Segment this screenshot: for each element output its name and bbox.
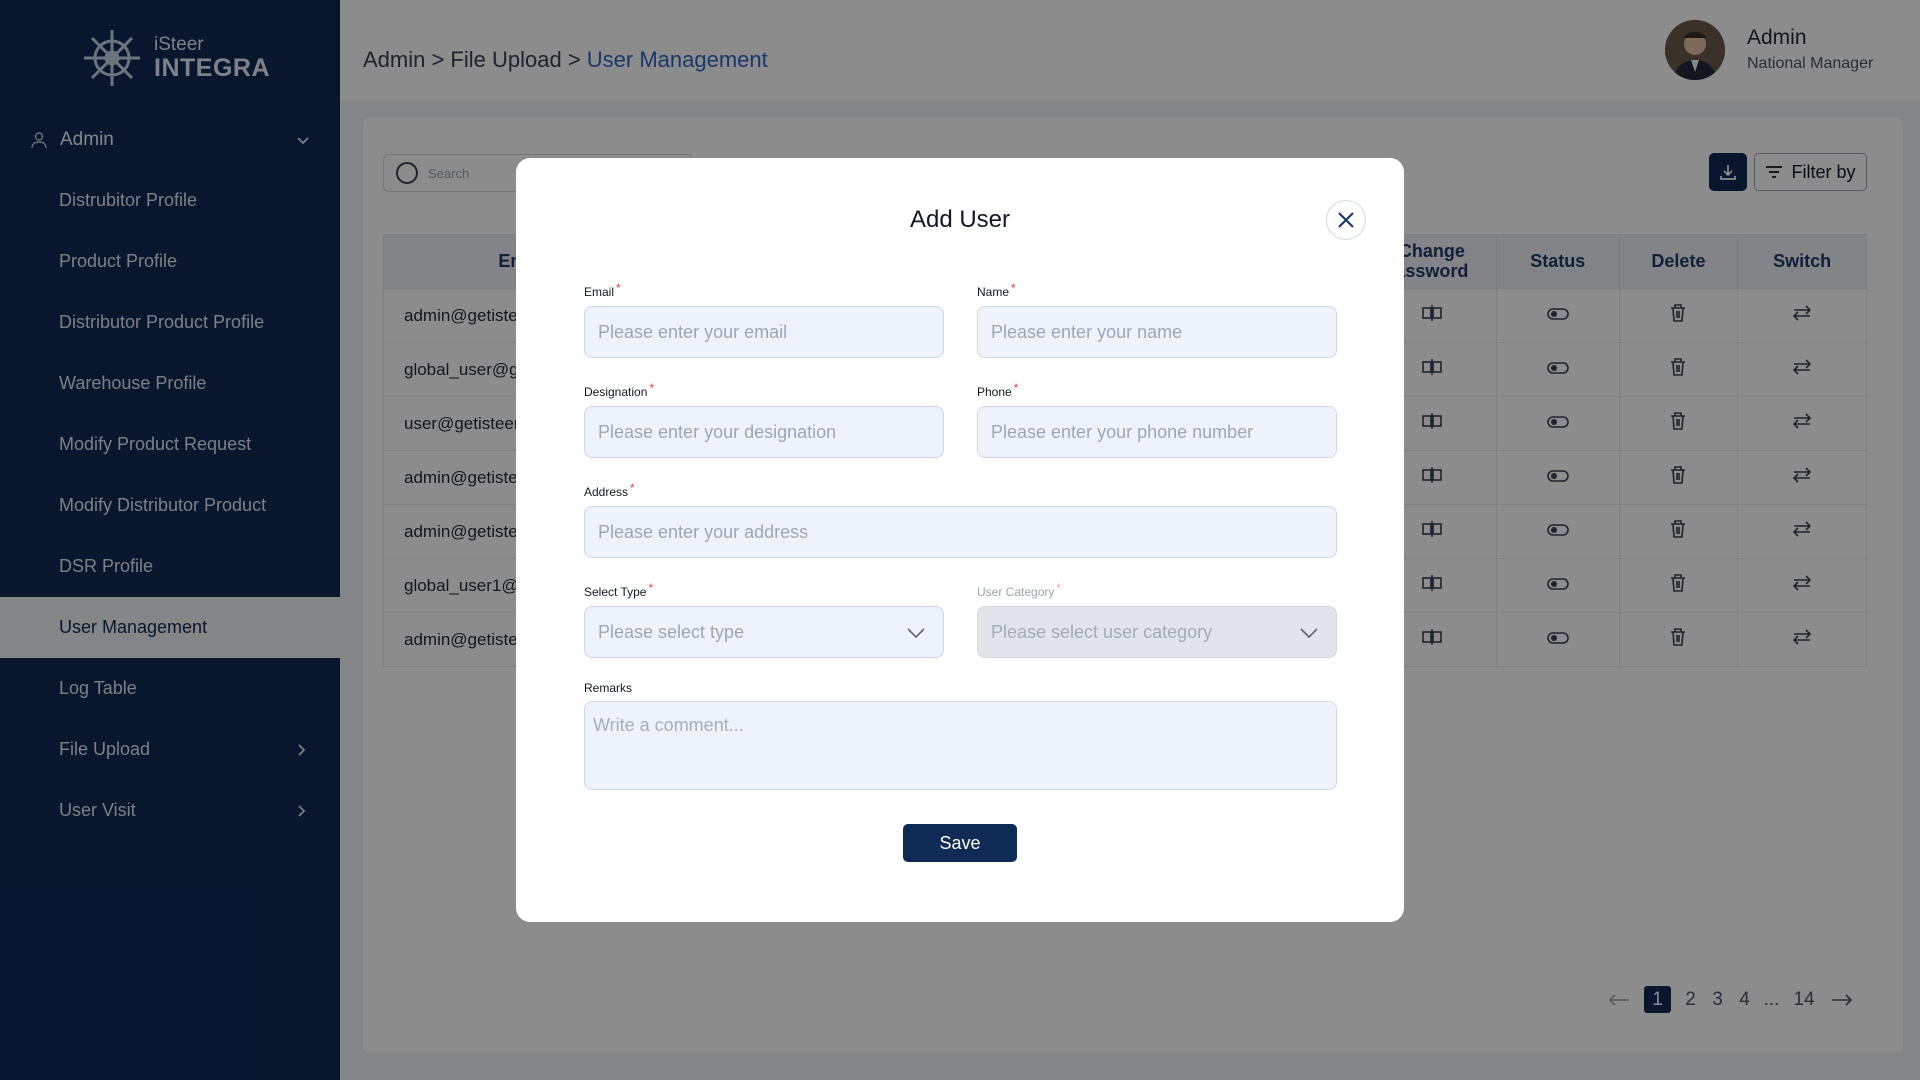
close-icon [1338,212,1354,228]
phone-placeholder: Please enter your phone number [991,421,1254,442]
select-type-label: Select Type * [584,581,653,599]
user-category-placeholder: Please select user category [991,621,1213,642]
phone-label-text: Phone [977,385,1012,399]
designation-label-text: Designation [584,385,648,399]
remarks-textarea[interactable]: Write a comment... [584,701,1337,790]
email-label: Email * [584,281,621,299]
chevron-down-icon [1300,628,1318,639]
designation-placeholder: Please enter your designation [598,421,837,442]
phone-field[interactable]: Please enter your phone number [977,406,1337,458]
required-mark: * [648,581,654,595]
phone-label: Phone * [977,381,1018,399]
required-mark: * [616,281,621,295]
name-label: Name * [977,281,1016,299]
user-category-label: User Category * [977,581,1061,599]
address-label-text: Address [584,485,629,499]
name-placeholder: Please enter your name [991,321,1183,342]
designation-label: Designation * [584,381,654,399]
required-mark: * [630,481,635,495]
required-mark: * [649,381,655,395]
email-placeholder: Please enter your email [598,321,788,342]
address-label: Address * [584,481,635,499]
save-button[interactable]: Save [903,824,1017,862]
add-user-modal: Add User Email * Please enter your email … [516,158,1404,922]
required-mark: * [1011,281,1016,295]
chevron-down-icon [907,628,925,639]
name-label-text: Name [977,285,1010,299]
remarks-placeholder: Write a comment... [593,715,744,735]
select-type-label-text: Select Type [584,585,647,599]
user-category-label-text: User Category [977,585,1055,599]
select-type-dropdown[interactable]: Please select type [584,606,944,658]
address-placeholder: Please enter your address [598,521,809,542]
remarks-label: Remarks [584,681,633,695]
email-label-text: Email [584,285,615,299]
required-mark: * [1013,381,1019,395]
select-type-placeholder: Please select type [598,621,745,642]
email-field[interactable]: Please enter your email [584,306,944,358]
user-category-dropdown[interactable]: Please select user category [977,606,1337,658]
name-field[interactable]: Please enter your name [977,306,1337,358]
required-mark: * [1056,581,1062,595]
designation-field[interactable]: Please enter your designation [584,406,944,458]
modal-title: Add User [909,206,1011,233]
address-field[interactable]: Please enter your address [584,506,1337,558]
close-button[interactable] [1326,200,1366,240]
